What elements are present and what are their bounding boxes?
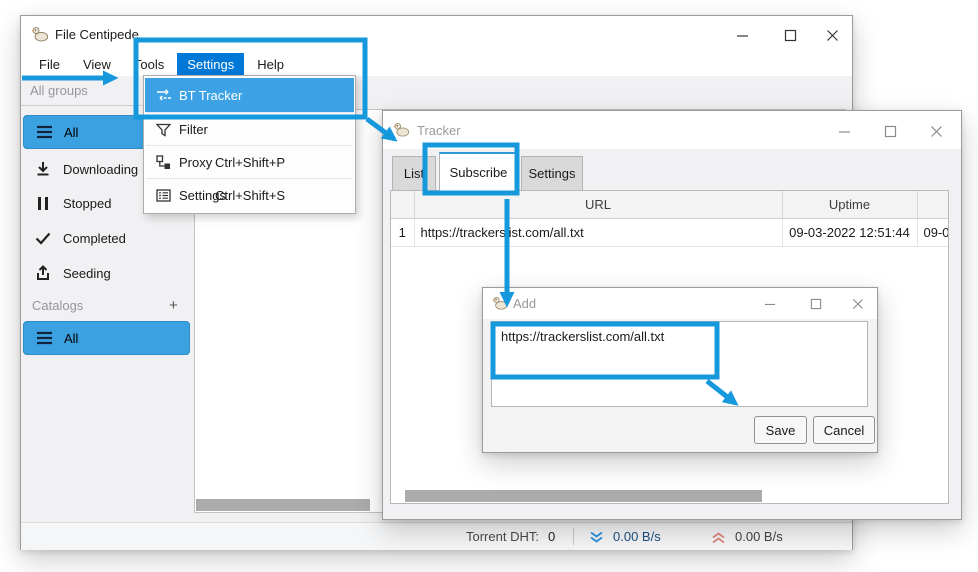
sidebar-item-label: Completed bbox=[63, 231, 126, 246]
download-icon bbox=[34, 160, 52, 178]
download-speed-icon bbox=[589, 531, 604, 547]
save-button[interactable]: Save bbox=[754, 416, 807, 444]
menu-item-settings[interactable]: Settings Ctrl+Shift+S bbox=[145, 179, 354, 212]
menu-item-shortcut: Ctrl+Shift+P bbox=[215, 155, 285, 170]
tracker-icon bbox=[155, 87, 172, 104]
extra-column-header[interactable] bbox=[917, 191, 949, 218]
cancel-button[interactable]: Cancel bbox=[813, 416, 875, 444]
tab-list[interactable]: List bbox=[392, 156, 436, 190]
cancel-button-label: Cancel bbox=[824, 423, 864, 438]
tracker-table: URL Uptime 1 https://trackerslist.com/al… bbox=[391, 191, 949, 247]
menu-icon bbox=[35, 329, 53, 347]
catalogs-label: Catalogs bbox=[32, 298, 83, 313]
menu-item-label: Proxy bbox=[179, 155, 212, 170]
upload-icon bbox=[34, 264, 52, 282]
sidebar-item-label: All bbox=[64, 331, 78, 346]
sidebar-item-label: Seeding bbox=[63, 266, 111, 281]
menu-item-bt-tracker[interactable]: BT Tracker bbox=[145, 78, 354, 112]
minimize-button[interactable] bbox=[829, 120, 859, 142]
catalogs-section: Catalogs + bbox=[23, 293, 190, 317]
settings-icon bbox=[155, 187, 172, 204]
menu-item-filter[interactable]: Filter bbox=[145, 113, 354, 146]
sidebar-item-label: All bbox=[64, 125, 78, 140]
menu-file[interactable]: File bbox=[29, 53, 70, 76]
add-catalog-button[interactable]: + bbox=[169, 297, 178, 314]
close-button[interactable] bbox=[817, 24, 847, 46]
menu-view[interactable]: View bbox=[73, 53, 121, 76]
main-titlebar: File Centipede bbox=[21, 16, 852, 53]
sidebar-item-completed[interactable]: Completed bbox=[23, 222, 190, 254]
tab-label: List bbox=[404, 166, 424, 181]
menu-bar: File View Tools Settings Help bbox=[21, 53, 852, 76]
dht-label: Torrent DHT: bbox=[466, 529, 539, 544]
menu-item-proxy[interactable]: Proxy Ctrl+Shift+P bbox=[145, 146, 354, 179]
url-cell[interactable]: https://trackerslist.com/all.txt bbox=[414, 218, 782, 246]
filter-icon bbox=[155, 121, 172, 138]
add-window-title: Add bbox=[513, 288, 536, 319]
menu-icon bbox=[35, 123, 53, 141]
menu-item-label: Filter bbox=[179, 122, 208, 137]
divider bbox=[573, 528, 574, 545]
tab-subscribe[interactable]: Subscribe bbox=[439, 152, 518, 191]
main-window-title: File Centipede bbox=[55, 16, 139, 53]
menu-settings[interactable]: Settings bbox=[177, 53, 244, 76]
row-number-header bbox=[391, 191, 414, 218]
minimize-button[interactable] bbox=[727, 24, 757, 46]
sidebar-item-label: Stopped bbox=[63, 196, 111, 211]
table-header-row: URL Uptime bbox=[391, 191, 949, 218]
sidebar-catalog-item-all[interactable]: All bbox=[23, 321, 190, 355]
proxy-icon bbox=[155, 154, 172, 171]
tab-label: Subscribe bbox=[450, 165, 508, 180]
uptime-cell[interactable]: 09-03-2022 12:51:44 bbox=[782, 218, 917, 246]
tracker-url-input[interactable]: https://trackerslist.com/all.txt bbox=[491, 321, 868, 407]
tab-label: Settings bbox=[529, 166, 576, 181]
app-logo-duck-icon bbox=[31, 25, 49, 46]
save-button-label: Save bbox=[766, 423, 796, 438]
uptime-column-header[interactable]: Uptime bbox=[782, 191, 917, 218]
menu-item-label: BT Tracker bbox=[179, 88, 242, 103]
menu-item-shortcut: Ctrl+Shift+S bbox=[215, 188, 285, 203]
horizontal-scrollbar[interactable] bbox=[196, 499, 370, 511]
tracker-titlebar: Tracker bbox=[383, 111, 961, 149]
pause-icon bbox=[34, 194, 52, 212]
horizontal-scrollbar[interactable] bbox=[405, 490, 762, 502]
screen: File Centipede File View Tools Settings … bbox=[0, 0, 978, 572]
settings-dropdown-menu: BT Tracker Filter Proxy Ctrl+Shift+P Set… bbox=[143, 75, 356, 214]
check-icon bbox=[34, 229, 52, 247]
extra-cell[interactable]: 09-0 bbox=[917, 218, 949, 246]
maximize-button[interactable] bbox=[801, 293, 831, 315]
status-bar: Torrent DHT: 0 0.00 B/s 0.00 B/s bbox=[21, 522, 852, 550]
menu-tools[interactable]: Tools bbox=[124, 53, 174, 76]
row-number-cell[interactable]: 1 bbox=[391, 218, 414, 246]
menu-help[interactable]: Help bbox=[247, 53, 294, 76]
sidebar-item-label: Downloading bbox=[63, 162, 138, 177]
app-logo-duck-icon bbox=[393, 121, 410, 141]
close-button[interactable] bbox=[921, 120, 951, 142]
url-column-header[interactable]: URL bbox=[414, 191, 782, 218]
maximize-button[interactable] bbox=[775, 24, 805, 46]
close-button[interactable] bbox=[843, 293, 873, 315]
upload-speed-icon bbox=[711, 531, 726, 547]
dht-value: 0 bbox=[548, 529, 555, 544]
app-logo-duck-icon bbox=[492, 295, 508, 314]
table-row[interactable]: 1 https://trackerslist.com/all.txt 09-03… bbox=[391, 218, 949, 246]
upload-speed-value: 0.00 B/s bbox=[735, 529, 783, 544]
tab-settings[interactable]: Settings bbox=[521, 156, 583, 190]
maximize-button[interactable] bbox=[875, 120, 905, 142]
add-titlebar: Add bbox=[483, 288, 877, 319]
minimize-button[interactable] bbox=[755, 293, 785, 315]
download-speed-value: 0.00 B/s bbox=[613, 529, 661, 544]
sidebar-item-seeding[interactable]: Seeding bbox=[23, 257, 190, 289]
tracker-window-title: Tracker bbox=[417, 111, 461, 149]
add-window: Add https://trackerslist.com/all.txt Sav… bbox=[482, 287, 878, 453]
